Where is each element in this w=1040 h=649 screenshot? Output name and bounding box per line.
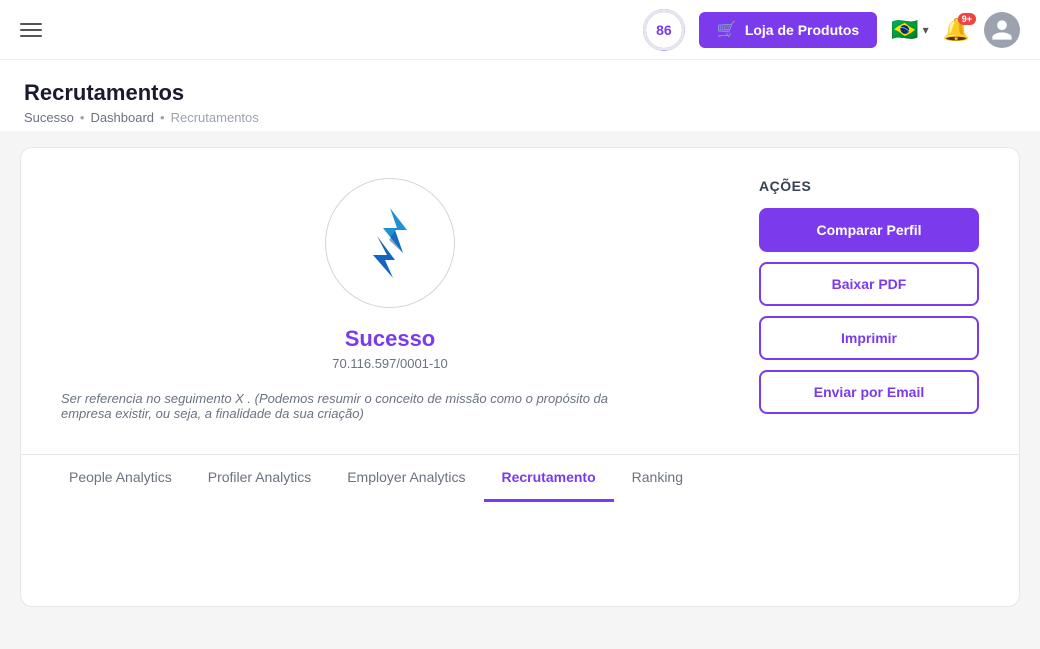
user-icon — [990, 18, 1014, 42]
company-logo-svg — [345, 198, 435, 288]
breadcrumb-sucesso[interactable]: Sucesso — [24, 110, 74, 125]
send-email-button[interactable]: Enviar por Email — [759, 370, 979, 414]
breadcrumb: Sucesso • Dashboard • Recrutamentos — [24, 110, 1016, 125]
company-logo — [325, 178, 455, 308]
language-selector-button[interactable]: 🇧🇷 ▾ — [891, 17, 928, 43]
chevron-down-icon: ▾ — [923, 23, 929, 37]
score-circle: 86 — [643, 9, 685, 51]
page-title: Recrutamentos — [24, 80, 1016, 106]
main-card: Sucesso 70.116.597/0001-10 Ser referenci… — [20, 147, 1020, 607]
card-right: AÇÕES Comparar Perfil Baixar PDF Imprimi… — [759, 178, 979, 424]
download-pdf-button[interactable]: Baixar PDF — [759, 262, 979, 306]
actions-title: AÇÕES — [759, 178, 979, 194]
page-title-area: Recrutamentos Sucesso • Dashboard • Recr… — [0, 60, 1040, 131]
header-left — [20, 23, 42, 37]
tabs-row: People Analytics Profiler Analytics Empl… — [21, 454, 1019, 502]
company-cnpj: 70.116.597/0001-10 — [332, 356, 447, 371]
avatar[interactable] — [984, 12, 1020, 48]
hamburger-menu-button[interactable] — [20, 23, 42, 37]
notification-badge: 9+ — [958, 13, 976, 25]
breadcrumb-sep-1: • — [80, 110, 85, 125]
breadcrumb-sep-2: • — [160, 110, 165, 125]
tab-recrutamento[interactable]: Recrutamento — [484, 455, 614, 502]
score-value: 86 — [656, 22, 672, 38]
compare-profile-button[interactable]: Comparar Perfil — [759, 208, 979, 252]
notifications-button[interactable]: 🔔 9+ — [943, 17, 970, 43]
tab-ranking[interactable]: Ranking — [614, 455, 701, 502]
shop-button[interactable]: 🛒 Loja de Produtos — [699, 12, 877, 48]
breadcrumb-recrutamentos: Recrutamentos — [171, 110, 259, 125]
company-description: Ser referencia no seguimento X . (Podemo… — [61, 391, 621, 421]
header-right: 86 🛒 Loja de Produtos 🇧🇷 ▾ 🔔 9+ — [643, 9, 1020, 51]
print-button[interactable]: Imprimir — [759, 316, 979, 360]
shop-button-label: Loja de Produtos — [745, 22, 859, 38]
breadcrumb-dashboard[interactable]: Dashboard — [90, 110, 154, 125]
tab-employer-analytics[interactable]: Employer Analytics — [329, 455, 483, 502]
card-left: Sucesso 70.116.597/0001-10 Ser referenci… — [61, 178, 719, 424]
flag-icon: 🇧🇷 — [891, 17, 918, 43]
cart-icon: 🛒 — [717, 20, 737, 40]
company-name: Sucesso — [345, 326, 436, 352]
card-body: Sucesso 70.116.597/0001-10 Ser referenci… — [21, 148, 1019, 454]
tab-people-analytics[interactable]: People Analytics — [51, 455, 190, 502]
header: 86 🛒 Loja de Produtos 🇧🇷 ▾ 🔔 9+ — [0, 0, 1040, 60]
tab-profiler-analytics[interactable]: Profiler Analytics — [190, 455, 329, 502]
